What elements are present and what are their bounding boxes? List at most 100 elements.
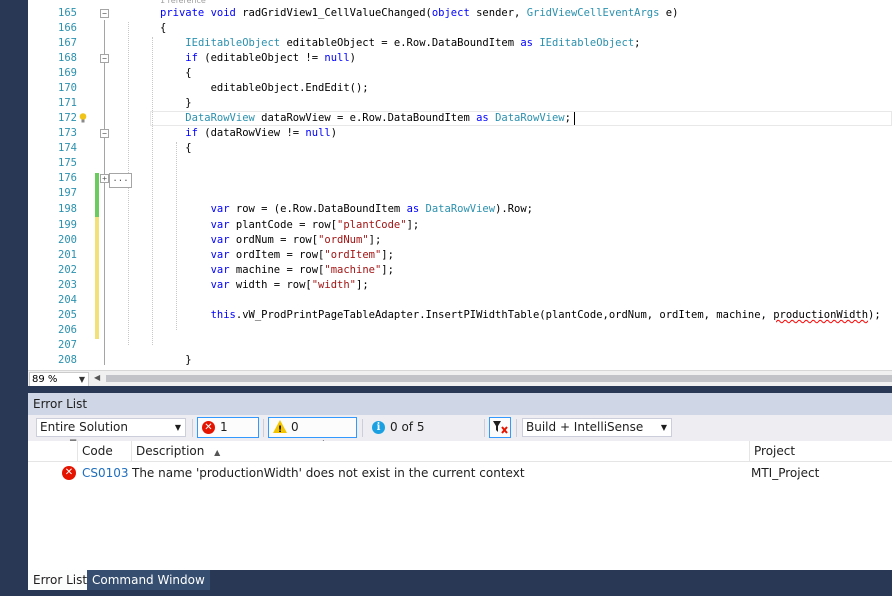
scope-dropdown[interactable]: Entire Solution ▼ <box>36 418 186 437</box>
error-grid: ▔ Code Description ▲ Project ✕ CS0103 Th… <box>28 440 892 571</box>
code-text: var width = row["width"]; <box>210 279 369 291</box>
code-line[interactable]: 167 IEditableObject editableObject = e.R… <box>28 36 892 51</box>
toolbar-separator <box>484 419 485 437</box>
code-line[interactable]: 170 editableObject.EndEdit(); <box>28 81 892 96</box>
line-number: 170 <box>58 82 77 94</box>
line-number: 197 <box>58 187 77 199</box>
code-line[interactable]: 169 { <box>28 66 892 81</box>
error-code-link[interactable]: CS0103 <box>82 463 129 483</box>
panel-title: Error List <box>28 393 892 415</box>
scroll-left-icon[interactable]: ◀ <box>94 373 100 382</box>
code-text: } <box>160 354 192 366</box>
code-text: } <box>160 97 192 109</box>
code-line[interactable]: 166 { <box>28 21 892 36</box>
tab-error-list[interactable]: Error List <box>28 570 93 590</box>
code-line[interactable]: 174 { <box>28 141 892 156</box>
code-text: var machine = row["machine"]; <box>210 264 394 276</box>
lightbulb-icon[interactable] <box>79 113 87 123</box>
code-text: editableObject.EndEdit(); <box>160 82 369 94</box>
header-project[interactable]: Project <box>750 441 892 461</box>
collapse-icon[interactable]: − <box>100 9 109 18</box>
line-number: 174 <box>58 142 77 154</box>
code-line[interactable]: 200 var ordNum = row["ordNum"]; <box>28 233 892 248</box>
code-line[interactable]: 198 var row = (e.Row.DataBoundItem as Da… <box>28 202 892 217</box>
code-line[interactable]: 201 var ordItem = row["ordItem"]; <box>28 248 892 263</box>
messages-filter-button[interactable]: i 0 of 5 Messages <box>367 417 479 453</box>
error-list-toolbar: Entire Solution ▼ ✕ 1 Error ! 0 Warnings… <box>28 416 892 453</box>
header-code-label: Code <box>82 444 113 458</box>
collapse-icon[interactable]: − <box>100 129 109 138</box>
zoom-dropdown[interactable]: 89 % ▼ <box>29 372 89 386</box>
code-area[interactable]: 1 reference 165 private void radGridView1_… <box>28 0 892 370</box>
errors-filter-button[interactable]: ✕ 1 Error <box>197 417 259 453</box>
code-line[interactable]: 208 } <box>28 353 892 368</box>
line-number: 165 <box>58 7 77 19</box>
header-severity[interactable]: ▔ <box>28 440 78 461</box>
code-line[interactable]: 175 <box>28 156 892 171</box>
code-editor[interactable]: 1 reference 165 private void radGridView1_… <box>28 0 892 386</box>
code-text: var row = (e.Row.DataBoundItem as DataRo… <box>210 203 534 215</box>
code-text: if (editableObject != null) <box>185 52 356 64</box>
line-number: 208 <box>58 354 77 366</box>
code-line[interactable]: 203 var width = row["width"]; <box>28 278 892 293</box>
line-number: 204 <box>58 294 77 306</box>
line-number: 200 <box>58 234 77 246</box>
line-number: 199 <box>58 219 77 231</box>
line-number: 167 <box>58 37 77 49</box>
code-text: var plantCode = row["plantCode"]; <box>210 219 420 231</box>
error-icon: ✕ <box>202 421 215 434</box>
code-line[interactable]: 207 <box>28 338 892 353</box>
code-line[interactable]: 168 if (editableObject != null) − <box>28 51 892 66</box>
tab-command-window[interactable]: Command Window <box>87 570 210 590</box>
build-source-value: Build + IntelliSense <box>526 420 644 434</box>
line-number: 206 <box>58 324 77 336</box>
line-number: 169 <box>58 67 77 79</box>
code-line[interactable]: 199 var plantCode = row["plantCode"]; <box>28 218 892 233</box>
editor-status-bar: 89 % ▼ ◀ <box>28 370 892 386</box>
expand-icon[interactable]: + <box>100 174 109 183</box>
code-line[interactable]: 165 private void radGridView1_CellValueCh… <box>28 6 892 21</box>
line-number: 203 <box>58 279 77 291</box>
code-line[interactable]: 206 <box>28 323 892 338</box>
code-text: { <box>160 67 192 79</box>
code-line[interactable]: 202 var machine = row["machine"]; <box>28 263 892 278</box>
line-number: 172 <box>58 112 77 124</box>
line-number: 198 <box>58 203 77 215</box>
code-line[interactable]: 205 this.vW_ProdPrintPageTableAdapter.In… <box>28 308 892 323</box>
code-line[interactable]: 173 if (dataRowView != null) − <box>28 126 892 141</box>
code-line[interactable]: 172 DataRowView dataRowView = e.Row.Data… <box>28 111 892 126</box>
code-text: var ordItem = row["ordItem"]; <box>210 249 394 261</box>
code-text: { <box>160 22 167 34</box>
code-line[interactable]: 171 } <box>28 96 892 111</box>
filter-button[interactable] <box>489 417 511 438</box>
line-number: 207 <box>58 339 77 351</box>
collapsed-region[interactable]: ... <box>109 173 132 188</box>
toolbar-separator <box>263 419 264 437</box>
bottom-tab-strip: Error List Command Window <box>28 570 892 596</box>
horizontal-scrollbar-thumb[interactable] <box>106 375 892 382</box>
code-line[interactable]: 197 <box>28 186 892 201</box>
code-text: this.vW_ProdPrintPageTableAdapter.Insert… <box>210 309 881 321</box>
header-description[interactable]: Description ▲ <box>132 441 750 461</box>
line-number: 166 <box>58 22 77 34</box>
toolbar-separator <box>192 419 193 437</box>
header-description-label: Description <box>136 444 205 458</box>
line-number: 168 <box>58 52 77 64</box>
table-row[interactable]: ✕ CS0103 The name 'productionWidth' does… <box>28 463 892 483</box>
code-line[interactable]: 176 + <box>28 171 892 186</box>
line-number: 171 <box>58 97 77 109</box>
code-lens-reference[interactable]: 1 reference <box>160 0 206 5</box>
line-number: 173 <box>58 127 77 139</box>
warnings-filter-button[interactable]: ! 0 Warnings <box>268 417 357 453</box>
info-icon: i <box>372 421 385 434</box>
zoom-value: 89 % <box>32 374 58 385</box>
collapse-icon[interactable]: − <box>100 54 109 63</box>
code-text: if (dataRowView != null) <box>185 127 338 139</box>
code-text: { <box>160 142 192 154</box>
code-line[interactable]: 204 <box>28 293 892 308</box>
header-code[interactable]: Code <box>78 441 132 461</box>
chevron-down-icon: ▼ <box>78 375 85 384</box>
build-source-dropdown[interactable]: Build + IntelliSense ▼ <box>522 418 672 437</box>
text-caret <box>574 112 575 125</box>
code-text: var ordNum = row["ordNum"]; <box>210 234 382 246</box>
